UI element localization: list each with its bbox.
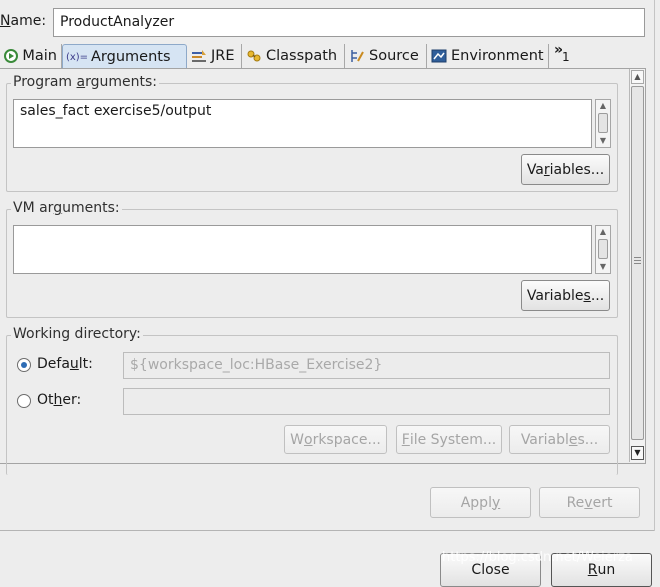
source-icon <box>349 48 365 64</box>
name-field[interactable]: ProductAnalyzer <box>53 8 645 37</box>
tab-overflow-button[interactable]: » 1 <box>553 42 573 68</box>
scroll-down-arrow-icon[interactable]: ▼ <box>596 261 610 273</box>
scroll-down-arrow-icon[interactable]: ▼ <box>596 135 610 147</box>
scroll-down-arrow-icon[interactable]: ▼ <box>631 446 644 460</box>
other-radio[interactable] <box>17 394 31 408</box>
revert-button[interactable]: Re v ert <box>539 487 640 518</box>
working-directory-title: Working directory: <box>11 326 143 342</box>
name-label: Name: <box>0 13 47 29</box>
tab-source[interactable]: Source <box>345 44 427 68</box>
scroll-thumb[interactable] <box>631 86 644 440</box>
program-arguments-scrollbar[interactable]: ▲ ▼ <box>595 99 611 148</box>
vm-arguments-variables-button[interactable]: Variable s... <box>521 280 610 311</box>
environment-icon <box>431 48 447 64</box>
program-arguments-variables-button[interactable]: Va r iables... <box>521 154 610 185</box>
tab-classpath[interactable]: Classpath <box>242 44 345 68</box>
scroll-up-arrow-icon[interactable]: ▲ <box>596 100 610 112</box>
tab-main[interactable]: Main <box>0 44 62 68</box>
watermark-text: https://blog.csdn.net/Weierza <box>442 550 633 565</box>
scroll-up-arrow-icon[interactable]: ▲ <box>631 70 644 84</box>
scroll-up-arrow-icon[interactable]: ▲ <box>596 226 610 238</box>
program-arguments-input[interactable]: sales_fact exercise5/output <box>13 99 592 148</box>
overflow-count: 1 <box>562 50 570 64</box>
tab-source-label: Source <box>369 48 419 64</box>
tab-arguments[interactable]: (x)= Arguments <box>62 44 187 69</box>
classpath-icon <box>246 48 262 64</box>
jre-icon <box>191 48 207 64</box>
tab-jre-label: JRE <box>211 48 235 64</box>
tab-environment-label: Environment <box>451 48 544 64</box>
tab-environment[interactable]: Environment <box>427 44 549 68</box>
default-directory-field[interactable]: ${workspace_loc:HBase_Exercise2} <box>123 352 610 379</box>
vm-arguments-title: VM arguments: <box>11 200 122 216</box>
other-directory-field[interactable] <box>123 388 610 415</box>
default-radio[interactable] <box>17 358 31 372</box>
divider <box>654 0 655 531</box>
default-label: Default: <box>37 356 93 372</box>
main-run-icon <box>4 48 19 64</box>
arguments-icon: (x)= <box>65 51 89 63</box>
file-system-button[interactable]: File System... <box>396 425 502 454</box>
vm-arguments-input[interactable] <box>13 225 592 274</box>
working-directory-variables-button[interactable]: Variabl e s... <box>509 425 610 454</box>
divider <box>0 530 655 531</box>
tab-jre[interactable]: JRE <box>187 44 242 68</box>
panel-scrollbar[interactable]: ▲ ▼ <box>629 69 645 462</box>
tab-main-label: Main <box>22 48 57 64</box>
tab-arguments-label: Arguments <box>91 49 171 65</box>
workspace-button[interactable]: Wo rkspace... <box>284 425 387 454</box>
other-label: Other: <box>37 392 82 408</box>
tab-classpath-label: Classpath <box>266 48 338 64</box>
apply-button[interactable]: Appl y <box>430 487 531 518</box>
program-arguments-title: Program arguments: <box>11 74 160 90</box>
vm-arguments-scrollbar[interactable]: ▲ ▼ <box>595 225 611 274</box>
